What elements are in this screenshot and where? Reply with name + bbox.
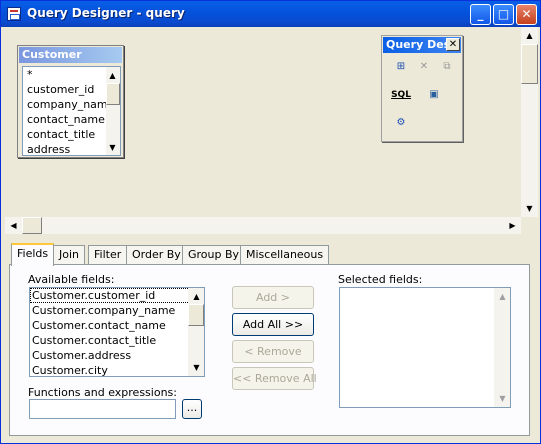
scroll-up-icon[interactable]: ▲ — [521, 27, 538, 44]
functions-label: Functions and expressions: — [28, 386, 177, 399]
tab-group-by[interactable]: Group By — [182, 245, 246, 265]
close-button[interactable]: ✕ — [516, 4, 537, 25]
query-designer-window: Query Designer - query _ □ ✕ Customer * … — [0, 0, 541, 444]
table-caption[interactable]: Customer — [19, 47, 122, 63]
scroll-thumb[interactable] — [106, 83, 120, 105]
available-fields-list[interactable]: Customer.customer_id Customer.company_na… — [29, 287, 205, 377]
list-item[interactable]: Customer.address — [30, 348, 204, 363]
list-item[interactable]: Customer.contact_name — [30, 318, 204, 333]
close-icon: ✕ — [448, 39, 458, 50]
customer-table-window[interactable]: Customer * customer_id company_name cont… — [17, 45, 124, 158]
list-item[interactable]: Customer.contact_title — [30, 333, 204, 348]
title-bar[interactable]: Query Designer - query _ □ ✕ — [1, 1, 540, 27]
scroll-right-icon[interactable]: ▶ — [504, 217, 521, 234]
sql-icon[interactable]: SQL — [391, 86, 411, 104]
functions-expression-input[interactable] — [29, 399, 176, 419]
list-item[interactable]: Customer.company_name — [30, 303, 204, 318]
list-item[interactable]: Customer.customer_id — [30, 288, 204, 303]
close-icon: ✕ — [521, 7, 532, 21]
scroll-left-icon[interactable]: ◀ — [5, 217, 22, 234]
available-fields-label: Available fields: — [28, 273, 115, 286]
fields-tab-panel: Available fields: Customer.customer_id C… — [9, 264, 530, 436]
scroll-thumb[interactable] — [22, 217, 42, 234]
scroll-down-icon[interactable]: ▼ — [521, 200, 538, 217]
remove-all-button[interactable]: << Remove All — [232, 367, 317, 390]
maximize-icon: □ — [497, 7, 510, 21]
selected-fields-list[interactable]: ▲ ▼ — [339, 287, 511, 408]
tab-fields[interactable]: Fields — [11, 243, 55, 266]
tab-filter[interactable]: Filter — [88, 245, 128, 265]
window-title: Query Designer - query — [27, 6, 185, 20]
scroll-down-icon[interactable]: ▼ — [188, 359, 204, 376]
join-icon[interactable]: ⧉ — [437, 58, 457, 76]
list-item[interactable]: Customer.city — [30, 363, 204, 376]
palette-close-button[interactable]: ✕ — [446, 38, 460, 51]
scroll-up-icon[interactable]: ▲ — [104, 67, 120, 84]
tab-join[interactable]: Join — [53, 245, 86, 265]
add-button[interactable]: Add > — [232, 286, 314, 309]
scrollbar-corner — [521, 217, 538, 234]
scroll-up-icon: ▲ — [499, 292, 506, 301]
remove-table-icon[interactable]: ✕ — [414, 58, 434, 76]
selected-fields-scrollbar: ▲ ▼ — [494, 288, 510, 407]
table-list-scrollbar[interactable]: ▲ ▼ — [106, 67, 120, 155]
scroll-down-icon: ▼ — [499, 394, 506, 403]
minimize-button[interactable]: _ — [470, 4, 491, 25]
diagram-vertical-scrollbar[interactable]: ▲ ▼ — [521, 27, 538, 217]
scroll-thumb[interactable] — [521, 44, 538, 84]
scroll-up-icon[interactable]: ▲ — [188, 288, 204, 305]
diagram-horizontal-scrollbar[interactable]: ◀ ▶ — [5, 217, 521, 234]
tab-miscellaneous[interactable]: Miscellaneous — [240, 245, 330, 265]
query-designer-palette[interactable]: Query Des ✕ ⊞ ✕ ⧉ SQL ▣ ⚙ — [381, 35, 463, 142]
scroll-down-icon[interactable]: ▼ — [104, 139, 120, 155]
scroll-thumb[interactable] — [188, 304, 204, 326]
output-icon[interactable]: ▣ — [424, 86, 444, 104]
expression-builder-button[interactable]: ... — [182, 399, 202, 419]
table-field-list[interactable]: * customer_id company_name contact_name … — [22, 66, 121, 156]
minimize-icon: _ — [477, 7, 484, 21]
available-fields-scrollbar[interactable]: ▲ ▼ — [188, 288, 204, 376]
add-table-icon[interactable]: ⊞ — [391, 58, 411, 76]
selected-fields-label: Selected fields: — [338, 273, 423, 286]
add-all-button[interactable]: Add All >> — [232, 313, 314, 336]
remove-button[interactable]: < Remove — [232, 340, 314, 363]
app-icon[interactable] — [7, 7, 21, 21]
tab-order-by[interactable]: Order By — [126, 245, 187, 265]
query-properties-icon[interactable]: ⚙ — [391, 114, 411, 132]
maximize-button[interactable]: □ — [493, 4, 514, 25]
